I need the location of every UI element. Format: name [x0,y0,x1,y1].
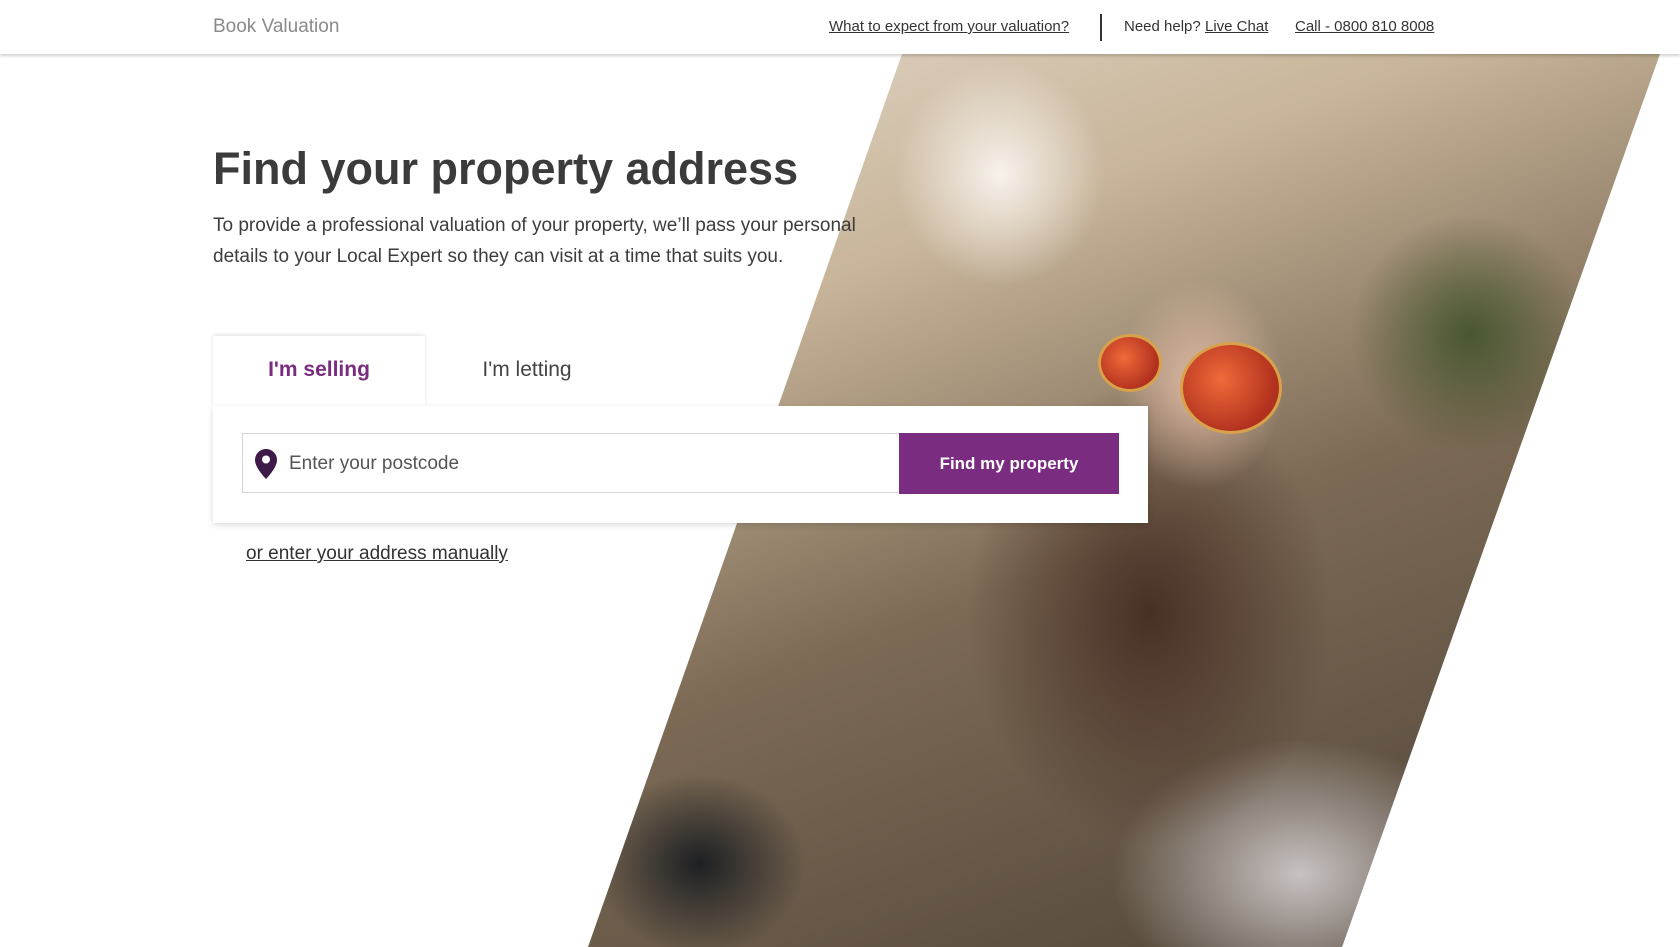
brand-title: Book Valuation [213,16,340,37]
find-property-button[interactable]: Find my property [899,433,1119,494]
location-pin-icon [255,449,277,479]
tab-letting[interactable]: I'm letting [425,336,629,406]
postcode-search-card: Find my property [213,406,1148,523]
manual-address-link[interactable]: or enter your address manually [246,543,508,565]
sunglasses-lens-left [1098,334,1162,392]
tab-selling[interactable]: I'm selling [213,336,425,406]
page-subtitle: To provide a professional valuation of y… [213,215,856,267]
live-chat-link[interactable]: Live Chat [1205,18,1268,35]
valuation-info-link[interactable]: What to expect from your valuation? [829,18,1069,35]
call-link[interactable]: Call - 0800 810 8008 [1295,18,1434,35]
postcode-input[interactable] [287,434,891,494]
sunglasses-lens-right [1180,342,1282,434]
page-title: Find your property address [213,143,799,194]
postcode-search-box [242,433,900,494]
help-text: Need help? [1124,18,1201,35]
top-header: Book Valuation What to expect from your … [0,0,1680,54]
header-divider [1100,14,1102,41]
